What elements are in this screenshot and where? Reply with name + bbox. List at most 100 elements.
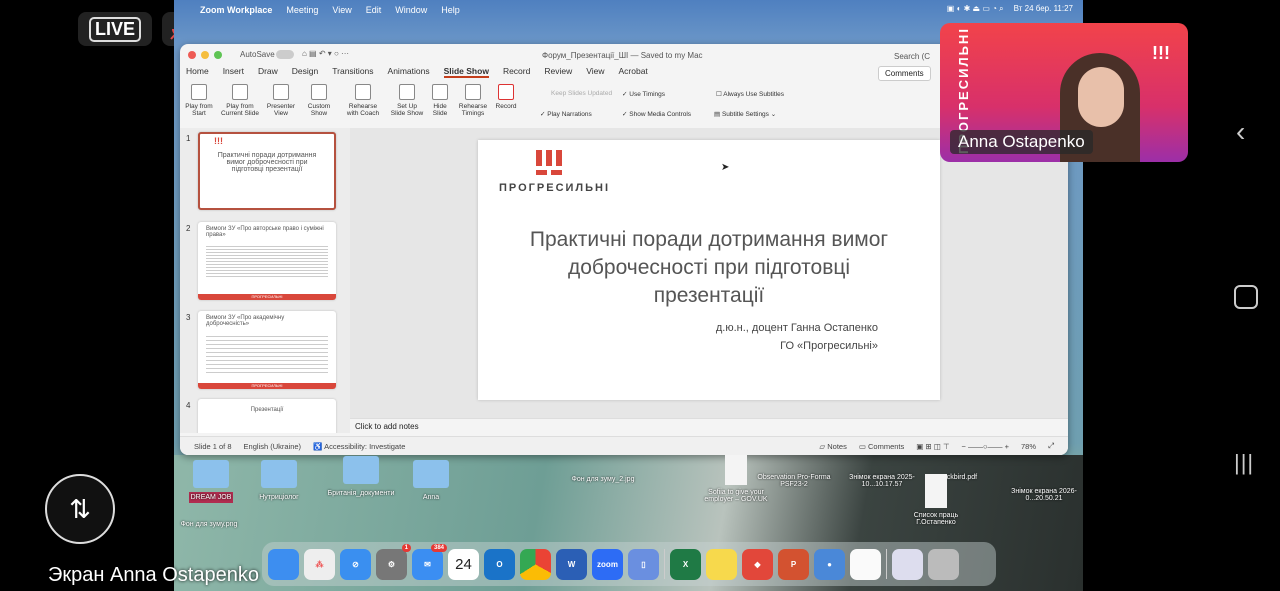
thumb-number: 1 <box>186 134 191 143</box>
home-nav-icon[interactable] <box>1234 285 1258 309</box>
finder-icon[interactable] <box>268 548 299 580</box>
thumbnail-slide-2[interactable]: Вимоги ЗУ «Про авторське право і суміжні… <box>198 222 336 300</box>
anydesk-icon[interactable]: ◆ <box>742 548 773 580</box>
comments-button[interactable]: Comments <box>878 66 931 81</box>
always-subtitles-checkbox[interactable]: ☐ Always Use Subtitles <box>716 90 784 98</box>
menu-meeting[interactable]: Meeting <box>286 5 318 15</box>
menu-app[interactable]: Zoom Workplace <box>200 5 272 15</box>
tab-review[interactable]: Review <box>544 66 572 78</box>
setup-slideshow-button[interactable]: Set Up Slide Show <box>388 84 426 126</box>
tab-animations[interactable]: Animations <box>388 66 430 78</box>
chrome-icon[interactable] <box>520 548 551 580</box>
language-indicator[interactable]: English (Ukraine) <box>244 442 302 451</box>
tab-slide-show[interactable]: Slide Show <box>443 66 489 78</box>
current-slide[interactable]: ПРОГРЕСИЛЬНІ Практичні поради дотримання… <box>478 140 940 400</box>
tab-view[interactable]: View <box>586 66 604 78</box>
maximize-button[interactable] <box>214 51 222 59</box>
play-from-start-button[interactable]: Play from Start <box>180 84 218 126</box>
preview-icon[interactable]: ▯ <box>628 548 659 580</box>
live-badge[interactable]: LIVE <box>78 12 152 46</box>
ribbon-tabs: Home Insert Draw Design Transitions Anim… <box>186 66 648 78</box>
rehearse-coach-button[interactable]: Rehearse with Coach <box>338 84 388 126</box>
thumbnail-slide-1[interactable]: !!! Практичні поради дотримання вимог до… <box>198 132 336 210</box>
status-icons[interactable]: ▣ ◐ ✱ ⏏ ▭ ◔ ⌕ <box>947 4 1004 14</box>
record-button[interactable]: Record <box>492 84 520 126</box>
presenter-view-button[interactable]: Presenter View <box>262 84 300 126</box>
slide-title[interactable]: Практичні поради дотримання вимог доброч… <box>528 226 890 310</box>
play-from-current-button[interactable]: Play from Current Slide <box>218 84 262 126</box>
menu-edit[interactable]: Edit <box>366 5 382 15</box>
slide-author[interactable]: д.ю.н., доцент Ганна Остапенко <box>716 322 878 334</box>
comments-status-button[interactable]: ▭ Comments <box>859 442 904 451</box>
desktop-file-list[interactable]: Список праць Г.Остапенко <box>901 474 971 526</box>
trash-icon[interactable] <box>928 548 959 580</box>
subtitle-settings-dropdown[interactable]: ▤ Subtitle Settings ⌄ <box>714 110 776 118</box>
play-narrations-checkbox[interactable]: ✓ Play Narrations <box>540 110 592 118</box>
tab-record[interactable]: Record <box>503 66 530 78</box>
launchpad-icon[interactable]: ⁂ <box>304 548 335 580</box>
desktop-folder-nutritionist[interactable]: Нутриціолог <box>244 460 314 501</box>
desktop-screenshot-2[interactable]: Знімок екрана 2026-0...20.50.21 <box>1006 488 1082 502</box>
keep-slides-updated-checkbox[interactable]: Keep Slides Updated <box>551 90 612 97</box>
vpn-icon[interactable]: ● <box>814 548 845 580</box>
tab-home[interactable]: Home <box>186 66 209 78</box>
powerpoint-icon[interactable]: P <box>778 548 809 580</box>
zoom-slider[interactable]: − ——○—— + <box>962 442 1009 451</box>
accessibility-button[interactable]: ♿ Accessibility: Investigate <box>313 442 405 451</box>
outlook-icon[interactable]: O <box>484 548 515 580</box>
powerpoint-window: AutoSave ⌂ ▤ ↶ ▾ ○ ··· Форум_Презентації… <box>180 44 1068 455</box>
switch-camera-button[interactable]: ⇅ <box>45 474 115 544</box>
zoom-icon[interactable]: zoom <box>592 548 623 580</box>
notes-icon[interactable] <box>706 548 737 580</box>
logo-text: ПРОГРЕСИЛЬНІ <box>499 182 611 194</box>
rehearse-timings-button[interactable]: Rehearse Timings <box>454 84 492 126</box>
menu-window[interactable]: Window <box>395 5 427 15</box>
notes-pane[interactable]: Click to add notes <box>350 418 1068 433</box>
desktop-folder-britain[interactable]: Британія_документи <box>326 456 396 497</box>
tab-acrobat[interactable]: Acrobat <box>619 66 648 78</box>
slide-org[interactable]: ГО «Прогресильні» <box>780 340 878 352</box>
close-button[interactable] <box>188 51 196 59</box>
autosave-toggle[interactable] <box>276 50 294 59</box>
menu-help[interactable]: Help <box>441 5 460 15</box>
thumbnail-slide-4[interactable]: Презентації <box>198 399 336 433</box>
hide-slide-button[interactable]: Hide Slide <box>426 84 454 126</box>
desktop-file-bg-jpg[interactable]: Фон для зуму_2.jpg <box>568 476 638 483</box>
excel-icon[interactable]: X <box>670 548 701 580</box>
thumb-title: Практичні поради дотримання вимог доброч… <box>217 152 317 173</box>
back-nav-icon[interactable]: ‹ <box>1236 116 1245 148</box>
notes-button[interactable]: ▱ Notes <box>819 442 846 451</box>
show-media-controls-checkbox[interactable]: ✓ Show Media Controls <box>622 110 691 118</box>
tab-transitions[interactable]: Transitions <box>332 66 373 78</box>
settings-icon[interactable]: ⚙ 1 <box>376 543 411 580</box>
search-box[interactable]: Search (C <box>894 52 930 61</box>
quick-access-icons[interactable]: ⌂ ▤ ↶ ▾ ○ ··· <box>302 49 349 58</box>
desktop-dream-job[interactable]: DREAM JOB <box>176 460 246 503</box>
thumb-title: Вимоги ЗУ «Про авторське право і суміжні… <box>206 226 324 238</box>
desktop-file-bg-png[interactable]: Фон для зуму.png <box>174 521 244 528</box>
view-buttons[interactable]: ▣ ⊞ ◫ ⊤ <box>916 442 949 451</box>
safari-icon[interactable]: ⊘ <box>340 548 371 580</box>
custom-show-button[interactable]: Custom Show <box>300 84 338 126</box>
participant-name: Anna Ostapenko <box>950 130 1093 154</box>
tab-design[interactable]: Design <box>292 66 318 78</box>
slide-thumbnails[interactable]: 1 !!! Практичні поради дотримання вимог … <box>180 128 350 433</box>
menu-view[interactable]: View <box>332 5 351 15</box>
minimize-button[interactable] <box>201 51 209 59</box>
use-timings-checkbox[interactable]: ✓ Use Timings <box>622 90 665 98</box>
desktop-folder-anna[interactable]: Anna <box>396 460 466 501</box>
recents-nav-icon[interactable]: ||| <box>1234 450 1254 476</box>
calendar-icon[interactable]: 24 <box>448 548 479 580</box>
tab-insert[interactable]: Insert <box>223 66 244 78</box>
downloads-stack-icon[interactable] <box>892 548 923 580</box>
fit-to-window-icon[interactable]: ⤢ <box>1048 441 1054 451</box>
word-icon[interactable]: W <box>556 548 587 580</box>
logo-icon <box>536 150 562 176</box>
thumb-number: 4 <box>186 401 191 410</box>
mail-icon[interactable]: ✉ 384 <box>412 543 447 580</box>
textedit-icon[interactable] <box>850 548 881 580</box>
desktop-file-observation[interactable]: Observation Pro-Forma PSF23-2 <box>756 474 832 488</box>
tab-draw[interactable]: Draw <box>258 66 278 78</box>
thumbnail-slide-3[interactable]: Вимоги ЗУ «Про академічну доброчесність»… <box>198 311 336 389</box>
zoom-level[interactable]: 78% <box>1021 442 1036 451</box>
